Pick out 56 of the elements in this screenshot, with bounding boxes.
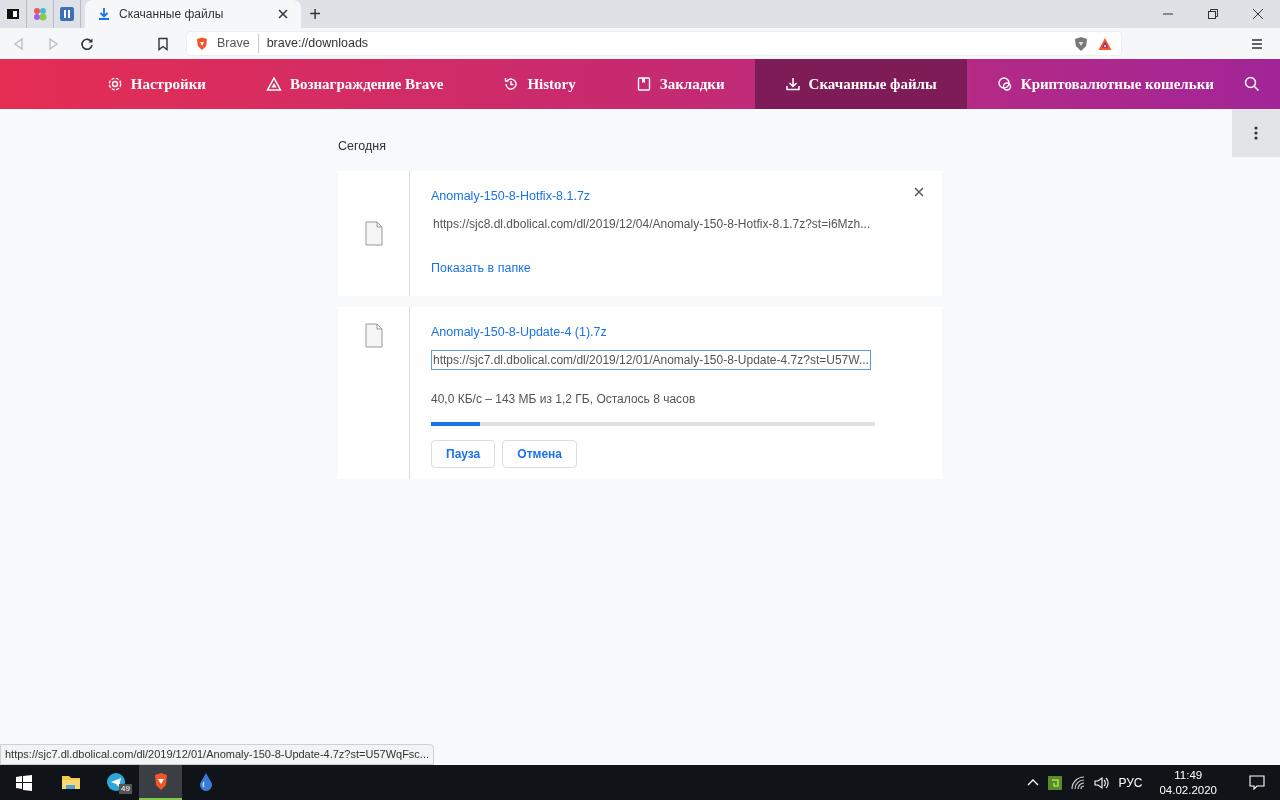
nav-tab[interactable]: History xyxy=(473,59,606,109)
speaker-icon[interactable] xyxy=(1094,775,1110,790)
address-bar[interactable]: Brave brave://downloads xyxy=(186,31,1122,56)
close-icon[interactable] xyxy=(277,8,289,20)
dots-icon xyxy=(32,6,48,22)
coins-icon xyxy=(996,76,1013,92)
nav-tab[interactable]: Криптовалютные кошельки xyxy=(966,59,1244,109)
site-name: Brave xyxy=(217,34,259,53)
download-status: 40,0 КБ/с – 143 МБ из 1,2 ГБ, Осталось 8 часов xyxy=(431,391,697,408)
action-button[interactable]: Пауза xyxy=(431,440,496,468)
nav-tab[interactable]: Вознаграждение Brave xyxy=(235,59,474,109)
reload-icon[interactable] xyxy=(80,36,94,51)
search-icon[interactable] xyxy=(1244,76,1260,92)
browser-tab[interactable]: Скачанные файлы xyxy=(85,0,301,28)
pause-icon xyxy=(59,6,75,22)
source-url[interactable]: https://sjc8.dl.dbolical.com/dl/2019/12/04/Anomaly-150-8-Hotfix-8.1.7z?st=i6Mzh... xyxy=(431,213,873,234)
file-icon xyxy=(364,221,383,246)
restore-icon xyxy=(1207,9,1218,19)
file-icon xyxy=(364,323,383,349)
bookmark-icon[interactable] xyxy=(156,36,170,51)
action-button[interactable]: Отмена xyxy=(502,440,577,468)
history-icon xyxy=(503,76,520,92)
url-text: brave://downloads xyxy=(266,35,370,53)
file-link[interactable]: Anomaly-150-8-Update-4 (1).7z xyxy=(431,323,607,342)
close-button[interactable] xyxy=(914,186,924,197)
tab-title: Скачанные файлы xyxy=(119,6,225,23)
lion-icon xyxy=(195,36,209,51)
language-indicator[interactable]: РУС xyxy=(1118,773,1143,792)
file-link[interactable]: Anomaly-150-8-Hotfix-8.1.7z xyxy=(431,186,591,206)
nav-tab[interactable]: Настройки xyxy=(76,59,236,109)
close-icon xyxy=(1252,9,1263,19)
new-tab-button[interactable]: + xyxy=(301,0,329,28)
windows-icon xyxy=(16,774,32,791)
chevron-up-icon[interactable] xyxy=(1027,778,1040,787)
close-icon xyxy=(914,186,924,197)
show-in-folder-link[interactable]: Показать в папке xyxy=(431,258,531,278)
clock-date[interactable]: 04.02.2020 xyxy=(1159,782,1217,798)
clock-time[interactable]: 11:49 xyxy=(1174,767,1203,783)
wifi-icon[interactable] xyxy=(1071,775,1086,790)
shield-icon[interactable] xyxy=(1073,35,1089,52)
app-tray-icon[interactable] xyxy=(1048,775,1063,790)
download-icon xyxy=(97,7,111,21)
nav-tab[interactable]: Закладки xyxy=(605,59,755,109)
badge: 49 xyxy=(119,784,132,794)
download-icon xyxy=(784,76,801,92)
menu-icon[interactable] xyxy=(1250,36,1264,51)
gear-icon xyxy=(106,76,123,92)
triangle-icon xyxy=(265,76,282,92)
source-url[interactable]: https://sjc7.dl.dbolical.com/dl/2019/12/01/Anomaly-150-8-Update-4.7z?st=U57W... xyxy=(431,350,871,370)
section-title: Сегодня xyxy=(338,138,387,155)
taskbar-app[interactable]: 49 xyxy=(94,765,137,800)
app-icon xyxy=(5,6,21,22)
status-url-tooltip: https://sjc7.dl.dbolical.com/dl/2019/12/01/Anomaly-150-8-Update-4.7z?st=U57WqFsc... xyxy=(0,744,435,765)
nav-tab[interactable]: Скачанные файлы xyxy=(754,59,967,109)
bookmark-icon xyxy=(635,76,652,92)
speech-bubble-icon xyxy=(1249,775,1265,790)
